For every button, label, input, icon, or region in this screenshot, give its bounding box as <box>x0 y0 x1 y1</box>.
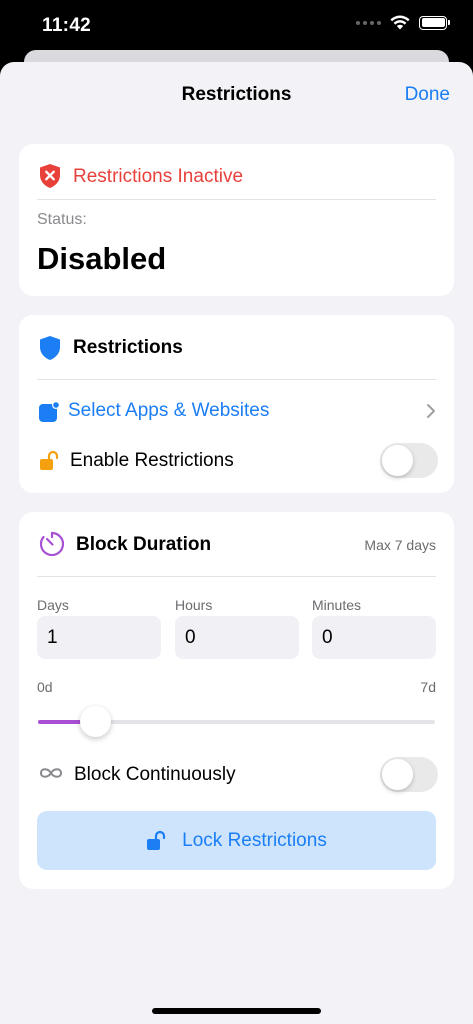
done-button[interactable]: Done <box>405 84 450 106</box>
block-continuously-toggle[interactable] <box>380 757 438 792</box>
restrictions-card: Restrictions Select Apps & Websites Enab… <box>19 315 454 493</box>
app-badge-icon <box>39 401 60 422</box>
status-value: Disabled <box>37 241 167 276</box>
block-duration-card: Block Duration Max 7 days Days Hours Min… <box>19 512 454 889</box>
hours-label: Hours <box>175 597 213 613</box>
slider-max-label: 7d <box>420 679 436 695</box>
slider-thumb[interactable] <box>79 706 111 737</box>
status-icons <box>356 15 450 30</box>
lock-open-icon <box>147 830 166 850</box>
block-duration-title: Block Duration <box>76 534 212 555</box>
restrictions-sheet: Restrictions Done Restrictions Inactive … <box>0 62 473 1024</box>
divider <box>37 199 436 200</box>
lock-restrictions-button[interactable]: Lock Restrictions <box>37 811 436 870</box>
duration-slider[interactable] <box>38 706 435 737</box>
enable-restrictions-row: Enable Restrictions <box>37 443 438 479</box>
wifi-icon <box>390 15 410 30</box>
cellular-icon <box>356 20 381 25</box>
divider <box>37 576 436 577</box>
status-label: Status: <box>37 211 87 228</box>
battery-icon <box>419 15 450 30</box>
max-duration-label: Max 7 days <box>364 537 436 553</box>
days-input[interactable]: 1 <box>37 616 161 659</box>
days-label: Days <box>37 597 69 613</box>
enable-restrictions-label: Enable Restrictions <box>70 450 234 471</box>
enable-restrictions-toggle[interactable] <box>380 443 438 478</box>
chevron-right-icon <box>427 404 435 418</box>
divider <box>37 379 436 380</box>
shield-icon <box>40 336 60 360</box>
restrictions-section-title: Restrictions <box>73 337 183 358</box>
hours-input[interactable]: 0 <box>175 616 299 659</box>
toggle-knob <box>382 759 413 790</box>
status-card: Restrictions Inactive Status: Disabled <box>19 144 454 296</box>
status-time: 11:42 <box>42 15 92 36</box>
status-bar: 11:42 <box>0 0 473 52</box>
restrictions-state-title: Restrictions Inactive <box>73 166 244 187</box>
infinity-icon <box>39 768 63 778</box>
minutes-input[interactable]: 0 <box>312 616 436 659</box>
slider-min-label: 0d <box>37 679 53 695</box>
timer-icon <box>39 531 65 557</box>
block-continuously-row: Block Continuously <box>37 757 438 793</box>
minutes-label: Minutes <box>312 597 362 613</box>
lock-restrictions-label: Lock Restrictions <box>182 829 327 851</box>
lock-open-icon <box>40 450 59 470</box>
page-title: Restrictions <box>181 84 292 105</box>
select-apps-row[interactable]: Select Apps & Websites <box>37 397 436 427</box>
toggle-knob <box>382 445 413 476</box>
home-indicator <box>152 1008 321 1014</box>
shield-x-icon <box>40 164 60 188</box>
block-continuously-label: Block Continuously <box>74 764 236 785</box>
select-apps-label: Select Apps & Websites <box>68 400 270 421</box>
